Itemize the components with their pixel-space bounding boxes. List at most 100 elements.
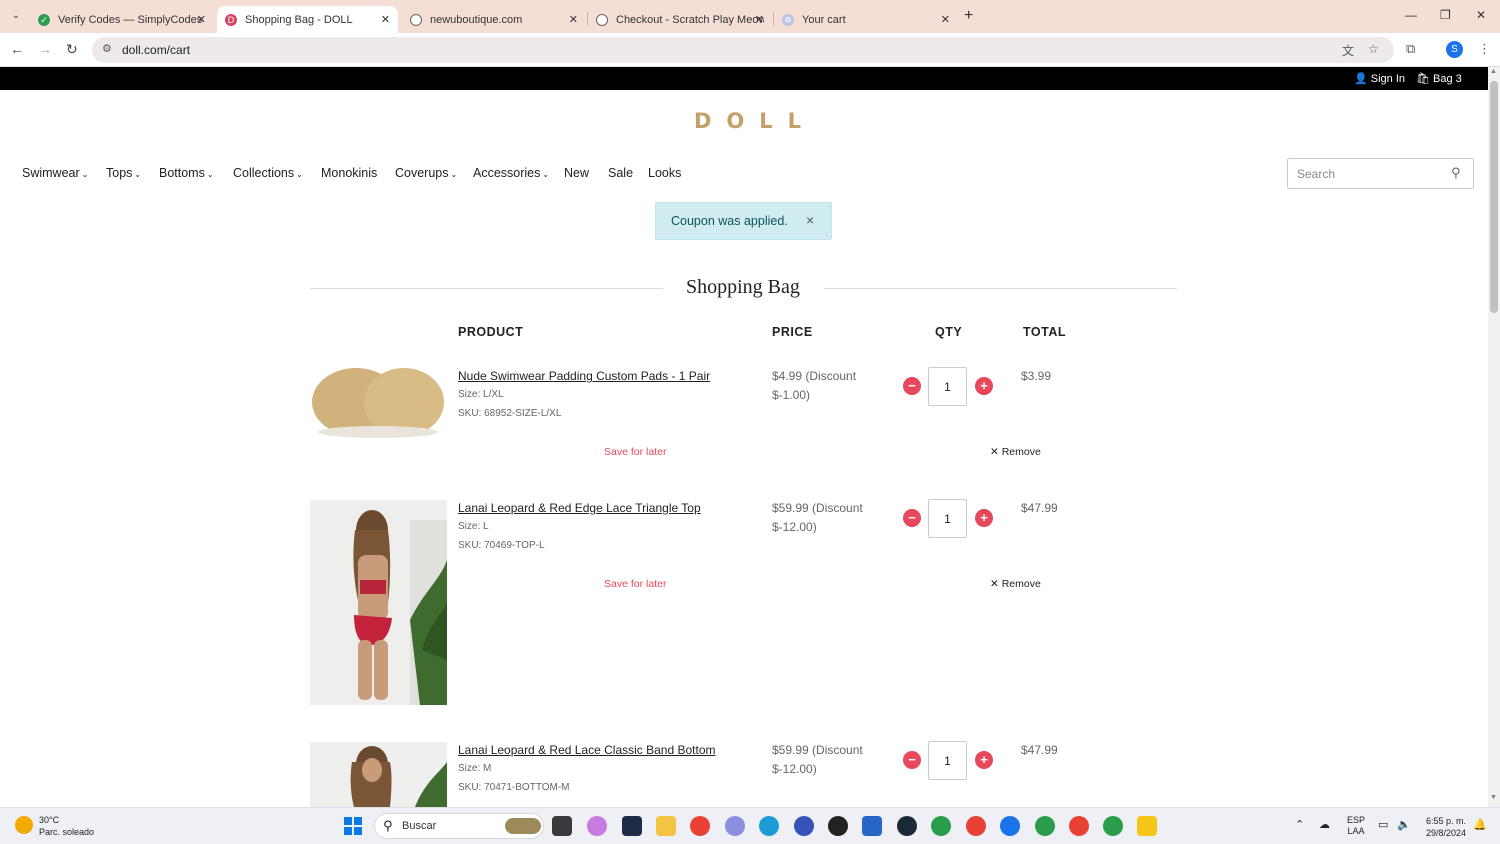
copilot-icon[interactable]: [587, 816, 607, 836]
tray-chevron-up-icon[interactable]: ⌃: [1295, 818, 1304, 831]
menu-swimwear[interactable]: Swimwear ⌄: [22, 166, 88, 180]
increase-qty-button[interactable]: +: [975, 751, 993, 769]
task-view-icon[interactable]: [552, 816, 572, 836]
menu-monokinis[interactable]: Monokinis: [321, 166, 377, 180]
site-logo[interactable]: DOLL: [694, 109, 816, 133]
product-image-top[interactable]: [310, 500, 447, 705]
remove-link[interactable]: ✕ Remove: [990, 446, 1041, 458]
weather-temperature[interactable]: 30°C: [39, 815, 59, 825]
sign-in-link[interactable]: 👤 Sign In: [1354, 72, 1405, 85]
scroll-up-icon[interactable]: ▲: [1490, 68, 1497, 75]
address-bar[interactable]: ⚙ doll.com/cart 文 ☆: [92, 37, 1394, 63]
menu-new[interactable]: New: [564, 166, 589, 180]
bookmark-star-icon[interactable]: ☆: [1368, 42, 1379, 56]
forward-arrow-icon[interactable]: →: [38, 41, 52, 57]
close-tab-icon[interactable]: ✕: [569, 13, 578, 26]
close-tab-icon[interactable]: ✕: [197, 13, 206, 26]
menu-bottoms[interactable]: Bottoms ⌄: [159, 166, 214, 180]
translate-icon[interactable]: 文: [1342, 42, 1354, 59]
increase-qty-button[interactable]: +: [975, 377, 993, 395]
decrease-qty-button[interactable]: −: [903, 509, 921, 527]
chrome-profile-icon[interactable]: [931, 816, 951, 836]
tab-your-cart[interactable]: ✲ Your cart ✕: [774, 6, 958, 33]
bag-link[interactable]: 🛍 Bag 3: [1416, 72, 1462, 85]
chrome-icon[interactable]: [690, 816, 710, 836]
menu-accessories[interactable]: Accessories ⌄: [473, 166, 549, 180]
tab-verify-codes[interactable]: ✓ Verify Codes — SimplyCodes ✕: [30, 6, 214, 33]
chrome-profile-icon[interactable]: [1000, 816, 1020, 836]
product-image-pads[interactable]: [310, 362, 447, 442]
steam-icon[interactable]: [897, 816, 917, 836]
close-tab-icon[interactable]: ✕: [381, 13, 390, 26]
new-tab-button[interactable]: +: [964, 7, 973, 25]
network-icon[interactable]: ▭: [1378, 818, 1388, 831]
menu-sale[interactable]: Sale: [608, 166, 633, 180]
reload-icon[interactable]: ↻: [66, 41, 78, 58]
remove-link[interactable]: ✕ Remove: [990, 578, 1041, 590]
search-input[interactable]: [1297, 165, 1447, 183]
restore-icon[interactable]: ❐: [1440, 8, 1451, 22]
site-settings-icon[interactable]: ⚙: [102, 42, 112, 55]
quantity-input[interactable]: [928, 741, 967, 780]
minimize-icon[interactable]: —: [1405, 8, 1417, 22]
extensions-puzzle-icon[interactable]: ⧉: [1406, 41, 1415, 57]
weather-sun-icon[interactable]: [15, 816, 33, 834]
onedrive-cloud-icon[interactable]: ☁: [1319, 818, 1330, 831]
menu-coverups[interactable]: Coverups ⌄: [395, 166, 457, 180]
close-tab-icon[interactable]: ✕: [755, 13, 764, 26]
scrollbar-thumb[interactable]: [1490, 81, 1498, 313]
save-for-later-link[interactable]: Save for later: [604, 578, 666, 590]
chrome-profile-icon[interactable]: [966, 816, 986, 836]
decrease-qty-button[interactable]: −: [903, 751, 921, 769]
save-for-later-link[interactable]: Save for later: [604, 446, 666, 458]
chrome-profile-icon[interactable]: [1035, 816, 1055, 836]
chevron-down-icon: ⌄: [134, 170, 142, 179]
quantity-input[interactable]: [928, 367, 967, 406]
increase-qty-button[interactable]: +: [975, 509, 993, 527]
weather-description[interactable]: Parc. soleado: [39, 827, 94, 837]
product-image-bottom[interactable]: [310, 742, 447, 807]
pinned-app-icon[interactable]: [1137, 816, 1157, 836]
language-indicator[interactable]: ESP LAA: [1347, 815, 1365, 837]
tab-search-chevron-icon[interactable]: ⌄: [6, 7, 26, 25]
back-arrow-icon[interactable]: ←: [10, 41, 24, 57]
chrome-profile-icon[interactable]: [1069, 816, 1089, 836]
product-name-link[interactable]: Nude Swimwear Padding Custom Pads - 1 Pa…: [458, 369, 710, 383]
close-window-icon[interactable]: ✕: [1476, 8, 1486, 22]
system-clock[interactable]: 6:55 p. m. 29/8/2024: [1422, 815, 1466, 839]
scroll-down-icon[interactable]: ▼: [1490, 794, 1497, 801]
settings-flower-icon[interactable]: [725, 816, 745, 836]
taskbar-search-label: Buscar: [402, 820, 437, 832]
quantity-input[interactable]: [928, 499, 967, 538]
url-text[interactable]: doll.com/cart: [122, 43, 190, 57]
terminal-app-icon[interactable]: [622, 816, 642, 836]
browser-tab-strip: ⌄ ✓ Verify Codes — SimplyCodes ✕ D Shopp…: [0, 0, 1500, 33]
volume-icon[interactable]: 🔈: [1397, 818, 1411, 831]
product-name-link[interactable]: Lanai Leopard & Red Lace Classic Band Bo…: [458, 743, 716, 757]
decrease-qty-button[interactable]: −: [903, 377, 921, 395]
column-header-total: TOTAL: [1023, 325, 1067, 339]
profile-avatar[interactable]: S: [1446, 41, 1463, 58]
close-alert-icon[interactable]: ×: [806, 212, 814, 228]
page-scrollbar[interactable]: ▲ ▼: [1488, 67, 1500, 807]
file-explorer-icon[interactable]: [656, 816, 676, 836]
menu-looks[interactable]: Looks: [648, 166, 681, 180]
close-tab-icon[interactable]: ✕: [941, 13, 950, 26]
product-name-link[interactable]: Lanai Leopard & Red Edge Lace Triangle T…: [458, 501, 701, 515]
tab-shopping-bag[interactable]: D Shopping Bag - DOLL ✕: [217, 6, 398, 33]
tab-checkout-scratch[interactable]: Checkout - Scratch Play Meow ✕: [588, 6, 772, 33]
menu-collections[interactable]: Collections ⌄: [233, 166, 303, 180]
media-app-icon[interactable]: [828, 816, 848, 836]
notification-bell-icon[interactable]: 🔔: [1473, 818, 1487, 831]
search-icon[interactable]: ⚲: [1451, 165, 1461, 181]
product-price: $59.99 (Discount $-12.00): [772, 743, 863, 776]
tab-newuboutique[interactable]: newuboutique.com ✕: [402, 6, 586, 33]
chrome-profile-icon[interactable]: [1103, 816, 1123, 836]
store-icon[interactable]: [862, 816, 882, 836]
menu-tops[interactable]: Tops ⌄: [106, 166, 141, 180]
browser-menu-icon[interactable]: ⋮: [1478, 41, 1491, 57]
taskbar-search[interactable]: ⚲ Buscar: [374, 813, 544, 839]
edge-icon[interactable]: [759, 816, 779, 836]
windows-start-icon[interactable]: [344, 817, 362, 835]
headset-app-icon[interactable]: [794, 816, 814, 836]
